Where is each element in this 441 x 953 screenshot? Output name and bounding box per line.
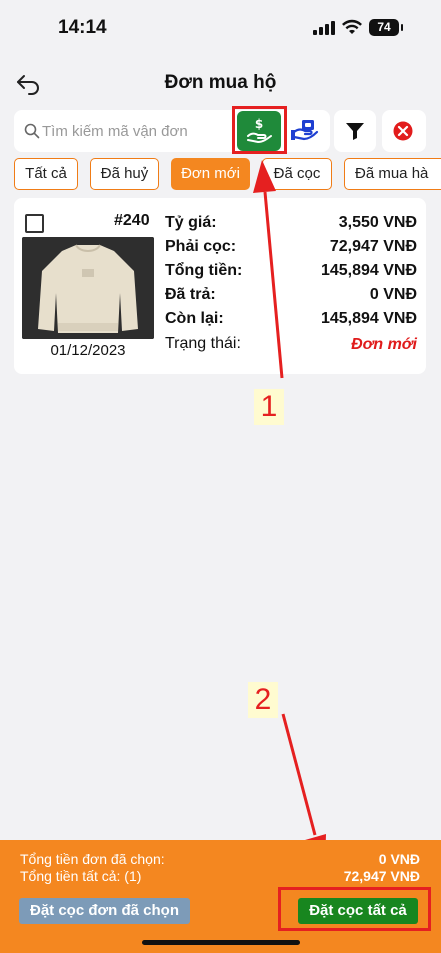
annotation-highlight-1 (232, 106, 287, 154)
search-input[interactable] (42, 118, 232, 144)
currency-exchange-icon[interactable] (289, 118, 321, 146)
filter-button[interactable] (334, 110, 376, 152)
annotation-highlight-2 (278, 887, 431, 931)
remaining-value: 145,894 VNĐ (320, 310, 417, 327)
battery-icon: 74 (369, 19, 403, 36)
tab-cancelled[interactable]: Đã huỷ (90, 158, 159, 190)
exchange-rate-label: Tỷ giá: (165, 214, 217, 231)
close-circle-icon (393, 121, 413, 141)
order-checkbox[interactable] (25, 214, 44, 233)
order-id: #240 (114, 212, 150, 229)
filter-icon (346, 123, 364, 140)
paid-label: Đã trả: (165, 286, 216, 303)
status-label: Trạng thái: (165, 335, 241, 352)
paid-value: 0 VNĐ (369, 286, 417, 303)
tab-deposited[interactable]: Đã cọc (262, 158, 332, 190)
order-date: 01/12/2023 (50, 342, 126, 359)
product-image (22, 237, 154, 339)
wifi-icon (342, 19, 362, 34)
deposit-required-value: 72,947 VNĐ (329, 238, 417, 255)
deposit-required-label: Phải cọc: (165, 238, 237, 255)
tab-purchased[interactable]: Đã mua hà (344, 158, 441, 190)
total-label: Tổng tiền: (165, 262, 243, 279)
tab-new-orders[interactable]: Đơn mới (171, 158, 250, 190)
home-indicator (142, 940, 300, 945)
clear-filter-button[interactable] (382, 110, 426, 152)
status-value: Đơn mới (351, 336, 417, 353)
annotation-number-1: 1 (254, 389, 284, 425)
total-value: 145,894 VNĐ (320, 262, 417, 279)
selected-total-value: 0 VNĐ (378, 851, 420, 867)
deposit-selected-button[interactable]: Đặt cọc đơn đã chọn (19, 898, 190, 924)
search-icon (24, 123, 40, 139)
selected-total-label: Tổng tiền đơn đã chọn: (20, 851, 165, 867)
order-card[interactable]: #240 01/12/2023 Tỷ giá: 3,550 VNĐ Phải c… (14, 198, 426, 374)
status-tabs: Tất cả Đã huỷ Đơn mới Đã cọc Đã mua hà (0, 158, 441, 190)
tab-all[interactable]: Tất cả (14, 158, 78, 190)
all-total-label: Tổng tiền tất cả: (1) (20, 868, 142, 884)
status-bar: 14:14 74 (0, 0, 441, 56)
status-time: 14:14 (58, 17, 107, 38)
remaining-label: Còn lại: (165, 310, 224, 327)
exchange-rate-value: 3,550 VNĐ (338, 214, 417, 231)
page-title: Đơn mua hộ (164, 72, 277, 93)
header: Đơn mua hộ (0, 60, 441, 104)
cellular-signal-icon (313, 21, 337, 35)
all-total-value: 72,947 VNĐ (343, 868, 420, 884)
annotation-number-2: 2 (248, 682, 278, 718)
